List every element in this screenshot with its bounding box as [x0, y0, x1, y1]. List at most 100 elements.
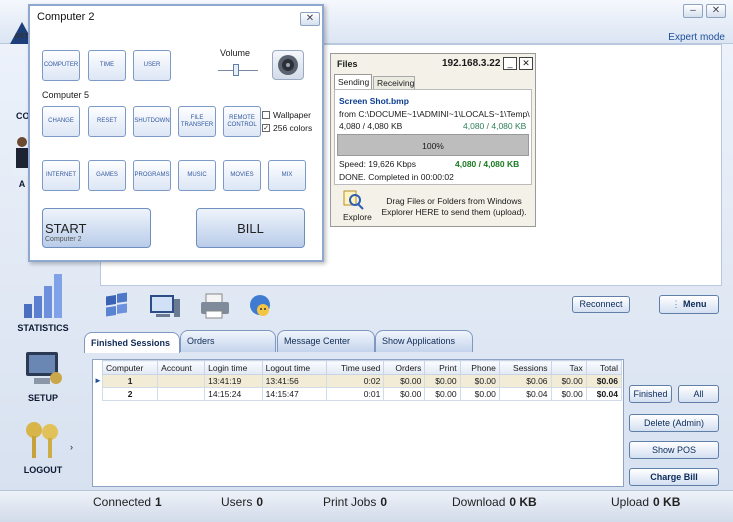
finished-button[interactable]: Finished	[629, 385, 672, 403]
mode-label[interactable]: Expert mode	[668, 32, 725, 43]
start-label: START	[45, 221, 87, 236]
column-header[interactable]: Logout time	[261, 360, 327, 375]
monitor-icon	[150, 295, 180, 317]
explore-label: Explore	[343, 212, 372, 222]
column-header[interactable]: Sessions	[498, 360, 552, 375]
colors-label: 256 colors	[273, 123, 313, 133]
transfer-progress-left: 4,080 / 4,080 KB	[339, 121, 403, 131]
sidebar-item-setup[interactable]: SETUP	[8, 348, 78, 403]
shutdown-button[interactable]: SHUTDOWN	[133, 106, 171, 137]
table-row[interactable]: 2 14:15:24 14:15:47 0:01 $0.00 $0.00 $0.…	[101, 387, 623, 401]
show-pos-button[interactable]: Show POS	[629, 441, 719, 459]
tab-receiving[interactable]: Receiving	[373, 76, 415, 89]
connected-label: Connected	[93, 495, 152, 509]
print-jobs-status: Print Jobs 0	[323, 495, 387, 509]
table-cell: $0.06	[585, 374, 623, 388]
printer-tool-button[interactable]	[198, 291, 230, 321]
volume-label: Volume	[220, 48, 251, 58]
all-button[interactable]: All	[678, 385, 719, 403]
menu-button[interactable]: ⋮ Menu	[659, 295, 719, 314]
games-button[interactable]: GAMES	[88, 160, 126, 191]
column-header[interactable]: Time used	[325, 360, 385, 375]
mix-button[interactable]: MIX	[268, 160, 306, 191]
column-header[interactable]: Orders	[383, 360, 426, 375]
files-title: Files	[337, 59, 358, 69]
statistics-icon	[24, 274, 62, 318]
file-transfer-button[interactable]: FILE TRANSFER	[178, 106, 216, 137]
computers-tool-button[interactable]	[102, 291, 134, 321]
progress-percent: 100%	[422, 141, 444, 151]
remote-control-button[interactable]: REMOTE CONTROL	[223, 106, 261, 137]
sessions-table: Computer Account Login time Logout time …	[92, 359, 624, 487]
progress-bar: 100%	[337, 134, 529, 156]
programs-button[interactable]: PROGRAMS	[133, 160, 171, 191]
table-cell: $0.00	[550, 374, 587, 388]
internet-button[interactable]: INTERNET	[42, 160, 80, 191]
table-row[interactable]: 1 13:41:19 13:41:56 0:02 $0.00 $0.00 $0.…	[101, 374, 623, 388]
close-button[interactable]: ✕	[706, 4, 726, 18]
download-value: 0 KB	[509, 495, 537, 509]
reconnect-button[interactable]: Reconnect	[572, 296, 630, 313]
speaker-button[interactable]	[272, 50, 304, 80]
tab-sending[interactable]: Sending	[334, 74, 372, 89]
transfer-progress-right: 4,080 / 4,080 KB	[463, 121, 527, 131]
bill-button[interactable]: BILL	[196, 208, 305, 248]
files-minimize-button[interactable]: _	[503, 57, 517, 70]
download-label: Download	[452, 495, 506, 509]
keys-icon	[26, 422, 58, 458]
music-button[interactable]: MUSIC	[178, 160, 216, 191]
download-status: Download 0 KB	[452, 495, 537, 509]
table-header-row: Computer Account Login time Logout time …	[101, 360, 623, 375]
support-tool-button[interactable]	[246, 291, 278, 321]
setup-icon	[26, 352, 62, 384]
computer-popup: Computer 2 ✕ COMPUTER TIME USER Volume C…	[28, 4, 324, 262]
users-value: 0	[256, 495, 264, 509]
sidebar-item-label: LOGOUT	[23, 465, 63, 475]
print-jobs-value: 0	[380, 495, 388, 509]
charge-bill-button[interactable]: Charge Bill	[629, 468, 719, 486]
popup-close-button[interactable]: ✕	[300, 12, 320, 26]
sidebar-item-label: STATISTICS	[17, 323, 69, 333]
magnifier-icon	[343, 190, 364, 210]
column-header[interactable]: Phone	[459, 360, 500, 375]
from-path: C:\DOCUME~1\ADMINI~1\LOCALS~1\Temp\	[358, 109, 530, 119]
tab-orders[interactable]: Orders	[180, 330, 276, 352]
tab-message-center[interactable]: Message Center	[277, 330, 375, 352]
table-cell: $0.00	[459, 374, 500, 388]
time-button[interactable]: TIME	[88, 50, 126, 81]
sidebar-item-statistics[interactable]: STATISTICS	[8, 272, 78, 333]
table-cell: 14:15:47	[261, 387, 327, 401]
upload-status: Upload 0 KB	[611, 495, 680, 509]
colors-checkbox[interactable]: ✓	[262, 124, 270, 132]
user-button[interactable]: USER	[133, 50, 171, 81]
transfer-total: 4,080 / 4,080 KB	[455, 159, 520, 169]
bill-label: BILL	[237, 221, 264, 236]
tab-show-applications[interactable]: Show Applications	[375, 330, 473, 352]
connected-status: Connected 1	[93, 495, 162, 509]
column-header[interactable]: Total	[585, 360, 623, 375]
monitor-tool-button[interactable]	[148, 291, 180, 321]
column-header[interactable]: Print	[424, 360, 461, 375]
table-cell: $0.00	[424, 374, 461, 388]
start-sublabel: Computer 2	[45, 236, 82, 243]
chevron-right-icon[interactable]: ›	[70, 442, 73, 452]
computer-button[interactable]: COMPUTER	[42, 50, 80, 81]
delete-admin-button[interactable]: Delete (Admin)	[629, 414, 719, 432]
tab-finished-sessions[interactable]: Finished Sessions	[84, 332, 180, 353]
column-header[interactable]: Computer	[101, 360, 159, 375]
minimize-button[interactable]: –	[683, 4, 703, 18]
movies-button[interactable]: MOVIES	[223, 160, 261, 191]
volume-thumb[interactable]	[233, 64, 239, 76]
column-header[interactable]: Login time	[204, 360, 263, 375]
reset-button[interactable]: RESET	[88, 106, 126, 137]
users-label: Users	[221, 495, 253, 509]
files-close-button[interactable]: ✕	[519, 57, 533, 70]
explore-button[interactable]: Explore	[337, 190, 372, 224]
column-header[interactable]: Tax	[550, 360, 587, 375]
column-header[interactable]: Account	[157, 360, 206, 375]
sidebar-item-logout[interactable]: LOGOUT	[8, 418, 78, 475]
change-button[interactable]: CHANGE	[42, 106, 80, 137]
wallpaper-checkbox[interactable]	[262, 111, 270, 119]
files-ip: 192.168.3.22	[442, 58, 501, 69]
start-button[interactable]: START Computer 2	[42, 208, 151, 248]
